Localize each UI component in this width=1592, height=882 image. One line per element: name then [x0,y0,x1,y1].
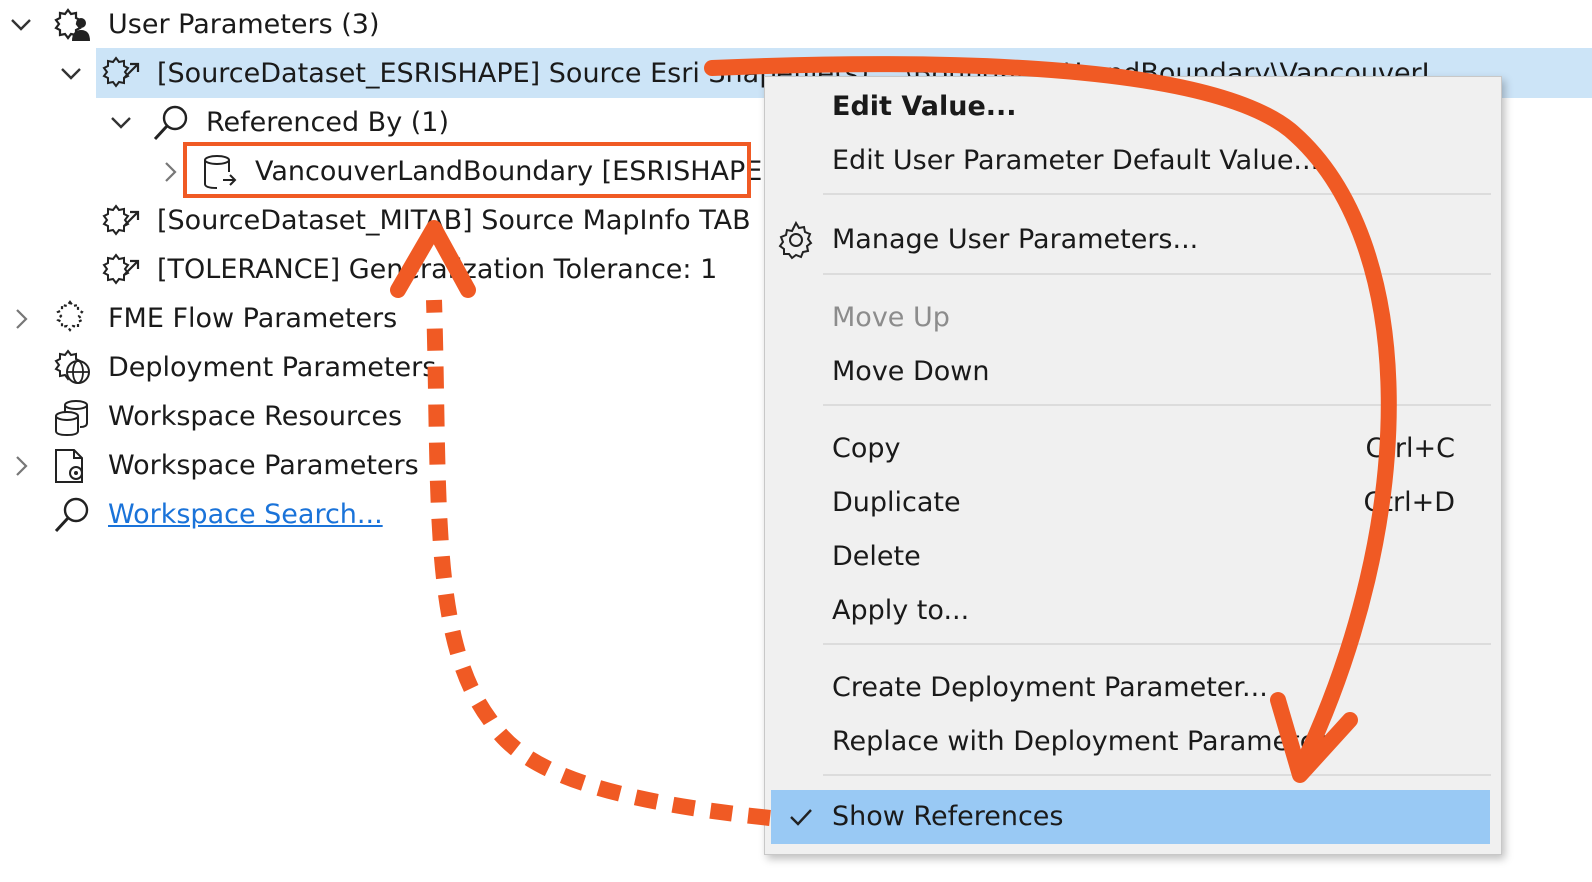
menu-item-label: Create Deployment Parameter... [832,672,1268,703]
menu-item-move-up[interactable]: Move Up [765,291,1501,345]
menu-separator [823,774,1491,776]
check-icon [790,809,812,826]
menu-item-copy[interactable]: Copy Ctrl+C [765,422,1501,476]
chevron-right-icon[interactable] [157,159,183,185]
menu-item-shortcut: Ctrl+D [1363,487,1455,518]
menu-item-shortcut: Ctrl+C [1365,433,1455,464]
parameter-icon [102,253,140,285]
tree-item-source-mitab[interactable]: [SourceDataset_MITAB] Source MapInfo TAB… [157,198,761,244]
chevron-right-icon[interactable] [8,453,34,479]
menu-item-replace-with-deployment-parameter[interactable]: Replace with Deployment Parameter [765,715,1501,769]
menu-item-show-references[interactable]: Show References [771,790,1490,844]
workspace-parameters-icon [55,449,83,483]
dashed-arrow-path [426,299,771,826]
tree-item-workspace-parameters[interactable]: Workspace Parameters [108,443,419,489]
menu-item-move-down[interactable]: Move Down [765,345,1501,399]
menu-item-label: Move Down [832,356,990,387]
menu-separator [823,193,1491,195]
tree-item-deployment-parameters[interactable]: Deployment Parameters [108,345,436,391]
menu-item-label: Manage User Parameters... [832,224,1199,255]
menu-item-apply-to[interactable]: Apply to... [765,584,1501,638]
user-parameters-icon [54,8,90,41]
menu-item-delete[interactable]: Delete [765,530,1501,584]
parameter-icon [102,56,140,88]
menu-item-duplicate[interactable]: Duplicate Ctrl+D [765,476,1501,530]
reference-highlight-box [183,142,751,198]
gear-icon [778,220,813,260]
menu-item-label: Replace with Deployment Parameter [832,726,1328,757]
menu-item-create-deployment-parameter[interactable]: Create Deployment Parameter... [765,661,1501,715]
menu-item-label: Show References [832,801,1064,832]
menu-item-label: Apply to... [832,595,970,626]
menu-item-label: Move Up [832,302,950,333]
context-menu: Edit Value... Edit User Parameter Defaul… [764,76,1502,855]
menu-item-edit-default-value[interactable]: Edit User Parameter Default Value... [765,134,1501,188]
menu-separator [823,273,1491,275]
menu-item-edit-value[interactable]: Edit Value... [765,80,1501,134]
menu-item-label: Delete [832,541,921,572]
menu-item-label: Copy [832,433,901,464]
workspace-resources-icon [55,400,88,437]
menu-item-label: Edit User Parameter Default Value... [832,145,1320,176]
workspace-search-link[interactable]: Workspace Search... [108,492,383,538]
chevron-down-icon[interactable] [58,61,84,87]
tree-item-workspace-resources[interactable]: Workspace Resources [108,394,402,440]
chevron-down-icon[interactable] [108,110,134,136]
chevron-down-icon[interactable] [8,12,34,38]
tree-item-tolerance[interactable]: [TOLERANCE] Generalization Tolerance: 1 [157,247,717,293]
menu-separator [823,643,1491,645]
menu-item-manage-user-parameters[interactable]: Manage User Parameters... [765,213,1501,267]
tree-item-referenced-by[interactable]: Referenced By (1) [206,100,449,146]
fme-flow-icon [56,300,84,332]
parameter-icon [102,204,140,236]
deployment-globe-icon [54,349,90,384]
menu-item-label: Edit Value... [832,91,1017,122]
search-icon [54,497,89,533]
tree-item-user-parameters[interactable]: User Parameters (3) [108,2,380,48]
search-icon [153,105,188,141]
chevron-right-icon[interactable] [8,306,34,332]
menu-item-label: Duplicate [832,487,961,518]
tree-item-fme-flow-parameters[interactable]: FME Flow Parameters [108,296,397,342]
menu-separator [823,404,1491,406]
